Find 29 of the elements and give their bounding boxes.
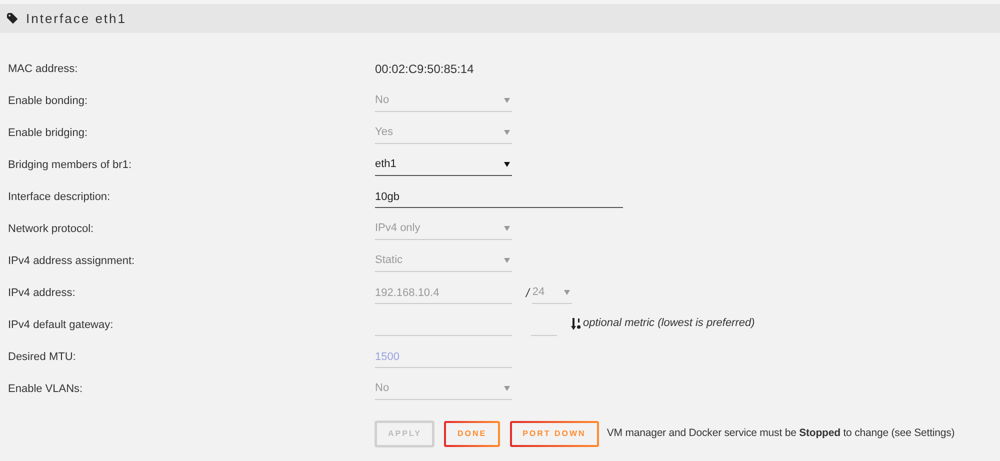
- field-label: Network protocol:: [7, 222, 95, 237]
- metric-hint: optional metric (lowest is preferred): [583, 316, 755, 332]
- caret-icon: [504, 130, 510, 135]
- panel-title: Interface eth1: [26, 10, 126, 28]
- field-label: MAC address:: [7, 62, 79, 77]
- field-label: IPv4 address assignment:: [7, 254, 136, 269]
- caret-icon: [504, 258, 510, 263]
- field-label: IPv4 default gateway:: [7, 318, 114, 333]
- sort-icon: [571, 318, 581, 330]
- caret-icon: [504, 162, 510, 167]
- caret-icon: [504, 226, 510, 231]
- field-label: Bridging members of br1:: [7, 158, 132, 173]
- action-button[interactable]: DONE: [444, 421, 500, 447]
- field-label: Enable bridging:: [7, 126, 89, 141]
- field-label: IPv4 address:: [7, 286, 76, 301]
- caret-icon: [504, 386, 510, 391]
- input-field[interactable]: 10gb: [375, 186, 623, 208]
- caret-icon: [504, 98, 510, 103]
- field-label: Interface description:: [7, 190, 112, 205]
- field-label: Enable VLANs:: [7, 382, 84, 397]
- notice-text: VM manager and Docker service must be Stopped to change (see Settings): [606, 426, 955, 442]
- mac-address: 00:02:C9:50:85:14: [375, 61, 474, 78]
- slash-text: /: [526, 285, 530, 302]
- action-button[interactable]: PORT DOWN: [510, 421, 599, 447]
- tag-icon: [7, 13, 18, 24]
- field-label: Enable bonding:: [7, 94, 89, 109]
- caret-icon: [564, 290, 570, 295]
- dropdown[interactable]: eth1: [375, 154, 512, 176]
- field-label: Desired MTU:: [7, 350, 77, 365]
